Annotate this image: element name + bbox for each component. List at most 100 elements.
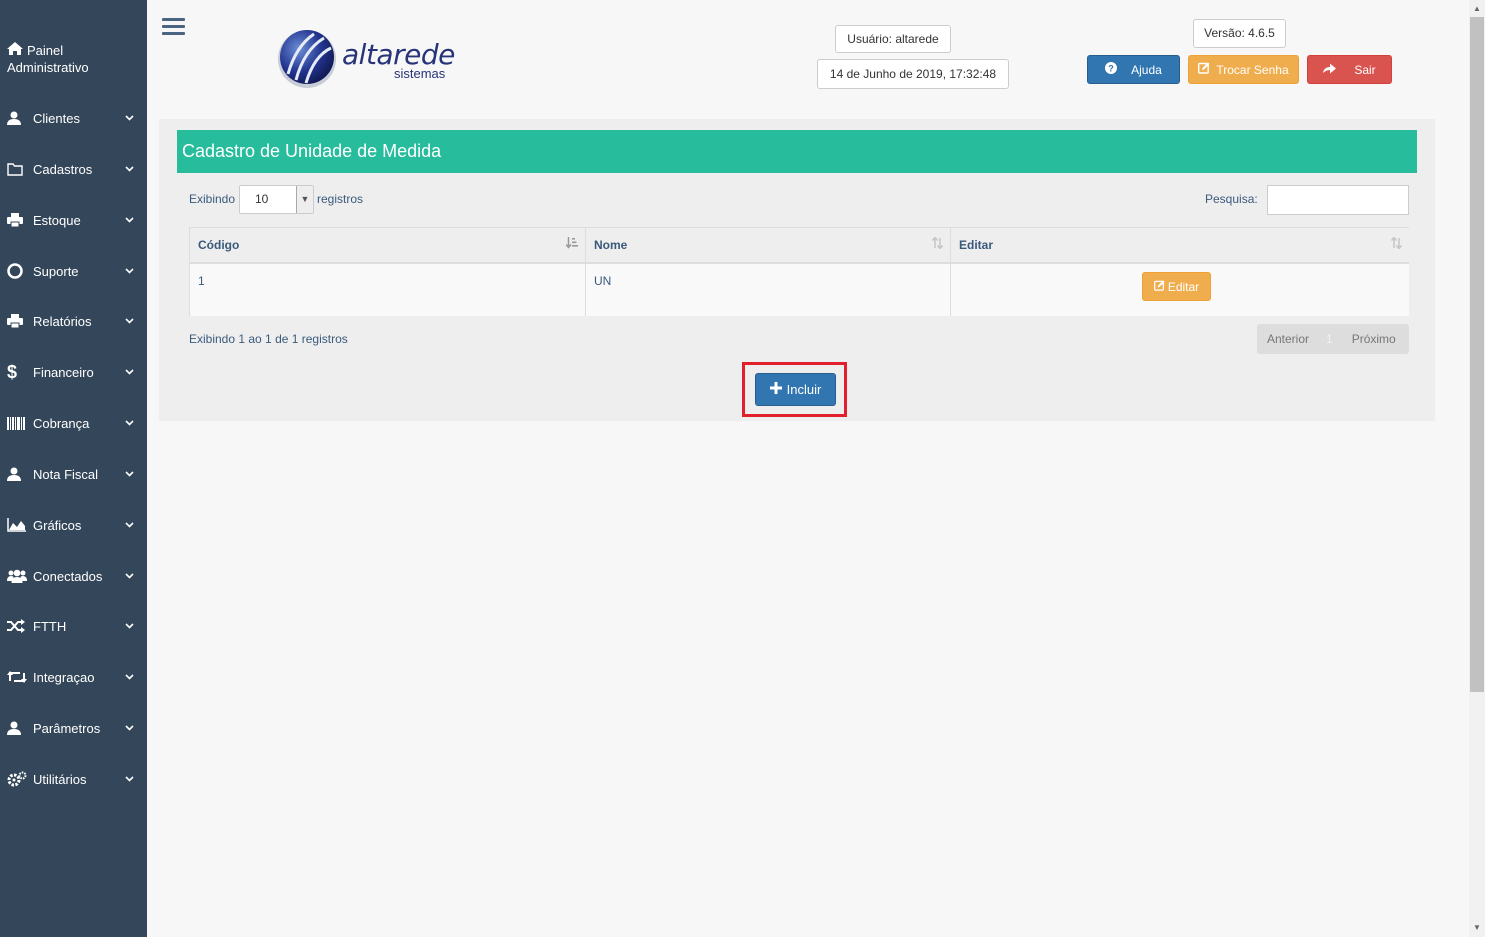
edit-icon [1198,62,1210,77]
column-header-nome[interactable]: Nome [586,228,951,264]
sort-both-icon [1390,228,1403,262]
sidebar-item-ftth[interactable]: FTTH [0,611,147,641]
logo-globe-icon [278,30,336,88]
shuffle-icon [7,619,33,633]
sidebar-item-painel[interactable]: Painel Administrativo [7,42,142,76]
sidebar-item-label: Nota Fiscal [33,466,99,482]
plus-icon [769,382,782,397]
chevron-down-icon [125,570,147,582]
sidebar-item-utilitarios[interactable]: Utilitários [0,764,147,794]
chevron-down-icon [125,265,147,277]
sidebar-item-label: Cadastros [33,161,93,177]
chevron-down-icon [125,315,147,327]
lifebuoy-icon [7,263,33,279]
sidebar-item-integracao[interactable]: Integraçao [0,662,147,692]
search-input[interactable] [1267,185,1409,215]
area-chart-icon [7,518,33,532]
chevron-down-icon [125,112,147,124]
sort-both-icon [931,228,944,262]
sidebar-item-suporte[interactable]: Suporte [0,256,147,286]
table-info: Exibindo 1 ao 1 de 1 registros [189,332,348,346]
scroll-up-icon[interactable]: ▲ [1469,2,1485,16]
sidebar-item-financeiro[interactable]: $ Financeiro [0,357,147,387]
sidebar-item-label: FTTH [33,618,67,634]
sidebar-item-relatorios[interactable]: Relatórios [0,306,147,336]
chevron-down-icon [125,773,147,785]
dollar-icon: $ [7,361,18,382]
sidebar-item-label: Estoque [33,212,81,228]
barcode-icon [7,416,33,430]
column-header-label: Código [198,238,240,252]
sidebar-item-label: Relatórios [33,313,92,329]
content-panel: Cadastro de Unidade de Medida Exibindo 1… [159,119,1435,421]
sidebar-item-conectados[interactable]: Conectados [0,561,147,591]
sidebar-item-label: Integraçao [33,669,95,685]
chevron-down-icon [125,163,147,175]
sidebar-item-cobranca[interactable]: Cobrança [0,408,147,438]
exit-button[interactable]: Sair [1307,55,1392,84]
sidebar-item-label: Cobrança [33,415,90,431]
page-title: Cadastro de Unidade de Medida [177,130,1417,173]
change-password-button[interactable]: Trocar Senha [1188,55,1299,84]
edit-icon [1153,279,1165,294]
sidebar-item-nota-fiscal[interactable]: Nota Fiscal [0,459,147,489]
sidebar-item-cadastros[interactable]: Cadastros [0,154,147,184]
exit-label: Sair [1354,62,1376,77]
sort-asc-icon [565,228,578,262]
chevron-down-icon [125,468,147,480]
chevron-down-icon [125,366,147,378]
users-icon [7,569,33,583]
pagination: Anterior 1 Próximo [1257,324,1409,354]
column-header-codigo[interactable]: Código [190,228,586,264]
include-label: Incluir [786,382,822,397]
edit-label: Editar [1167,279,1200,294]
page-length-select[interactable]: 10 ▼ [239,185,314,214]
scroll-down-icon[interactable]: ▼ [1469,921,1485,935]
include-button[interactable]: Incluir [755,373,836,406]
sidebar-item-label: Gráficos [33,517,82,533]
length-suffix-label: registros [317,192,364,206]
printer-icon [7,314,33,328]
chevron-down-icon [125,722,147,734]
sidebar-item-estoque[interactable]: Estoque [0,205,147,235]
sidebar-item-label: Clientes [33,110,80,126]
user-icon [7,721,33,735]
question-circle-icon: ? [1105,62,1118,77]
chevron-down-icon [125,417,147,429]
chevron-down-icon [125,620,147,632]
table-cell-nome: UN [586,264,951,316]
sidebar-item-label: Financeiro [33,364,94,380]
sidebar-item-label: Utilitários [33,771,87,787]
sidebar-item-label: Conectados [33,568,103,584]
page-length-value: 10 [255,192,269,206]
chevron-down-icon: ▼ [296,186,313,213]
sidebar-item-label: Suporte [33,263,79,279]
user-badge: Usuário: altarede [835,25,951,53]
pager-next[interactable]: Próximo [1352,332,1396,346]
version-badge: Versão: 4.6.5 [1193,19,1286,48]
logo-sub-text: sistemas [394,66,446,81]
vertical-scrollbar[interactable]: ▲ ▼ [1469,0,1485,937]
logo: altarede sistemas [276,26,466,90]
highlight-box: Incluir [742,362,847,417]
chevron-down-icon [125,214,147,226]
edit-button[interactable]: Editar [1142,272,1211,301]
pager-prev[interactable]: Anterior [1267,332,1309,346]
share-arrow-icon [1323,63,1337,77]
sidebar-item-graficos[interactable]: Gráficos [0,510,147,540]
length-prefix-label: Exibindo [189,192,236,206]
user-icon [7,111,33,125]
sidebar-item-parametros[interactable]: Parâmetros [0,713,147,743]
printer-icon [7,213,33,227]
gears-icon [7,771,33,787]
sidebar-item-clientes[interactable]: Clientes [0,103,147,133]
pager-page-1[interactable]: 1 [1326,332,1333,346]
help-button[interactable]: ? Ajuda [1087,55,1180,84]
scrollbar-thumb[interactable] [1470,17,1484,692]
menu-toggle-icon[interactable] [162,18,185,38]
retweet-icon [7,670,33,684]
column-header-editar[interactable]: Editar [951,228,1409,264]
user-icon [7,467,33,481]
column-header-label: Nome [594,238,628,252]
home-icon [7,42,27,59]
